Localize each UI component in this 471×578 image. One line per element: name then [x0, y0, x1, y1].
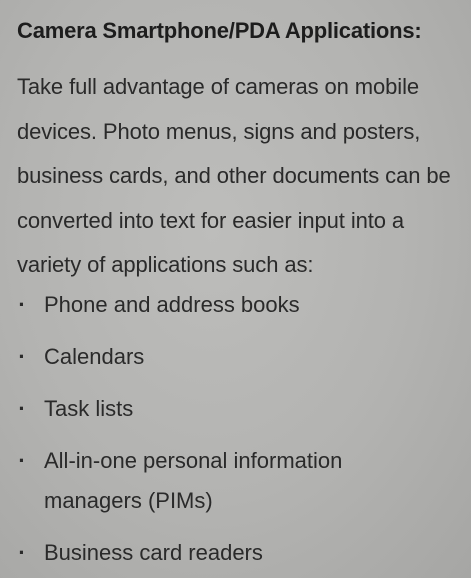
- list-item-label: All-in-one personal information: [44, 448, 343, 473]
- bullet-icon: ·: [18, 448, 26, 473]
- list-item-label-continued: managers (PIMs): [44, 488, 213, 513]
- list-item: · Calendars: [17, 335, 342, 379]
- bullet-icon: ·: [18, 396, 26, 421]
- intro-line: Take full advantage of cameras on mobile: [17, 74, 420, 99]
- list-item: · Task lists: [17, 387, 342, 431]
- intro-line: converted into text for easier input int…: [17, 207, 405, 233]
- document-page: Camera Smartphone/PDA Applications: Take…: [0, 0, 471, 578]
- section-heading: Camera Smartphone/PDA Applications:: [17, 18, 422, 43]
- intro-line: business cards, and other documents can …: [17, 163, 451, 188]
- bullet-icon: ·: [18, 344, 26, 369]
- list-item: · All-in-one personal information manage…: [17, 439, 342, 523]
- applications-list: · Phone and address books · Calendars · …: [17, 283, 342, 578]
- list-item-label: Phone and address books: [44, 292, 300, 317]
- list-item-label: Business card readers: [44, 540, 263, 565]
- list-item: · Phone and address books: [17, 283, 342, 327]
- list-item-label: Task lists: [44, 396, 134, 421]
- list-item-label: Calendars: [44, 344, 145, 369]
- intro-line: devices. Photo menus, signs and posters,: [17, 118, 421, 144]
- bullet-icon: ·: [18, 540, 26, 565]
- bullet-icon: ·: [18, 292, 26, 317]
- list-item: · Business card readers: [17, 531, 342, 575]
- intro-paragraph: Take full advantage of cameras on mobile…: [17, 65, 467, 288]
- intro-line: variety of applications such as:: [17, 252, 314, 277]
